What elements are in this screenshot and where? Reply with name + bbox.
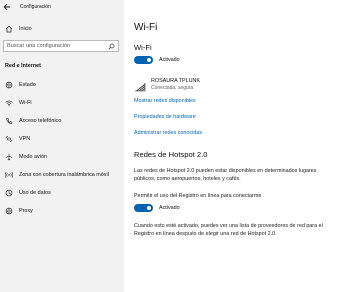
data-usage-icon <box>5 189 13 197</box>
home-icon <box>5 25 13 33</box>
wifi-toggle[interactable] <box>134 56 153 64</box>
sidebar-item-data-usage[interactable]: Uso de datos <box>0 187 51 199</box>
globe-icon <box>5 81 13 89</box>
network-status: Conectada, segura <box>151 85 194 91</box>
window-title: Configuración <box>20 4 51 10</box>
sidebar-item-label: Estado <box>19 82 36 88</box>
wifi-section-title: Wi-Fi <box>134 43 152 52</box>
wifi-signal-icon <box>134 79 146 92</box>
page-title: Wi-Fi <box>134 22 158 33</box>
globe-icon <box>5 207 13 215</box>
show-available-networks-link[interactable]: Mostrar redes disponibles <box>134 98 196 104</box>
sidebar-item-proxy[interactable]: Proxy <box>0 205 33 217</box>
online-signup-toggle-label: Activado <box>159 205 180 211</box>
sidebar-item-mobile-hotspot[interactable]: Zona con cobertura inalámbrica móvil <box>0 169 109 181</box>
search-placeholder: Buscar una configuración <box>7 43 71 49</box>
sidebar-item-home[interactable]: Inicio <box>0 23 32 35</box>
sidebar-item-airplane-mode[interactable]: Modo avión <box>0 151 47 163</box>
sidebar-item-label: Proxy <box>19 208 33 214</box>
wifi-icon <box>5 99 13 107</box>
title-bar: Configuración <box>0 0 51 14</box>
sidebar: Configuración Inicio Buscar una configur… <box>0 0 124 292</box>
sidebar-item-estado[interactable]: Estado <box>0 79 36 91</box>
sidebar-item-label: Uso de datos <box>19 190 51 196</box>
airplane-icon <box>5 153 13 161</box>
sidebar-item-label: Acceso telefónico <box>19 118 62 124</box>
search-icon[interactable] <box>106 43 116 50</box>
sidebar-item-label: VPN <box>19 136 31 142</box>
hotspot-section-title: Redes de Hotspot 2.0 <box>134 150 208 159</box>
search-input[interactable]: Buscar una configuración <box>3 40 119 52</box>
sidebar-item-wifi[interactable]: Wi-Fi <box>0 97 32 109</box>
back-arrow-icon[interactable] <box>2 1 12 13</box>
sidebar-item-label: Wi-Fi <box>19 100 32 106</box>
wifi-toggle-row: Activado <box>134 56 180 64</box>
online-signup-label: Permitir el uso del Registro en línea pa… <box>134 193 262 199</box>
sidebar-item-vpn[interactable]: VPN <box>0 133 30 145</box>
hotspot-note: Cuando esto esté activado, puedes ver un… <box>134 223 323 238</box>
main-content: Wi-Fi Wi-Fi Activado ROSAURA TPLUNK Cone… <box>124 0 347 292</box>
toggle-knob <box>147 206 151 210</box>
sidebar-item-label: Zona con cobertura inalámbrica móvil <box>19 172 109 178</box>
sidebar-section-title: Red e Internet <box>5 63 41 69</box>
connected-network[interactable]: ROSAURA TPLUNK Conectada, segura <box>134 78 201 92</box>
toggle-knob <box>147 58 151 62</box>
sidebar-item-label: Inicio <box>19 26 32 32</box>
wifi-toggle-label: Activado <box>159 57 180 63</box>
phone-icon <box>5 117 13 125</box>
hotspot-icon <box>5 171 13 179</box>
hotspot-toggle-row: Activado <box>134 204 180 212</box>
sidebar-item-dialup[interactable]: Acceso telefónico <box>0 115 61 127</box>
online-signup-toggle[interactable] <box>134 204 153 212</box>
hotspot-description: Las redes de Hotspot 2.0 pueden estar di… <box>134 168 317 183</box>
sidebar-item-label: Modo avión <box>19 154 47 160</box>
vpn-icon <box>5 135 13 143</box>
manage-known-networks-link[interactable]: Administrar redes conocidas <box>134 130 202 136</box>
network-name: ROSAURA TPLUNK <box>151 78 201 84</box>
hardware-properties-link[interactable]: Propiedades de hardware <box>134 114 196 120</box>
